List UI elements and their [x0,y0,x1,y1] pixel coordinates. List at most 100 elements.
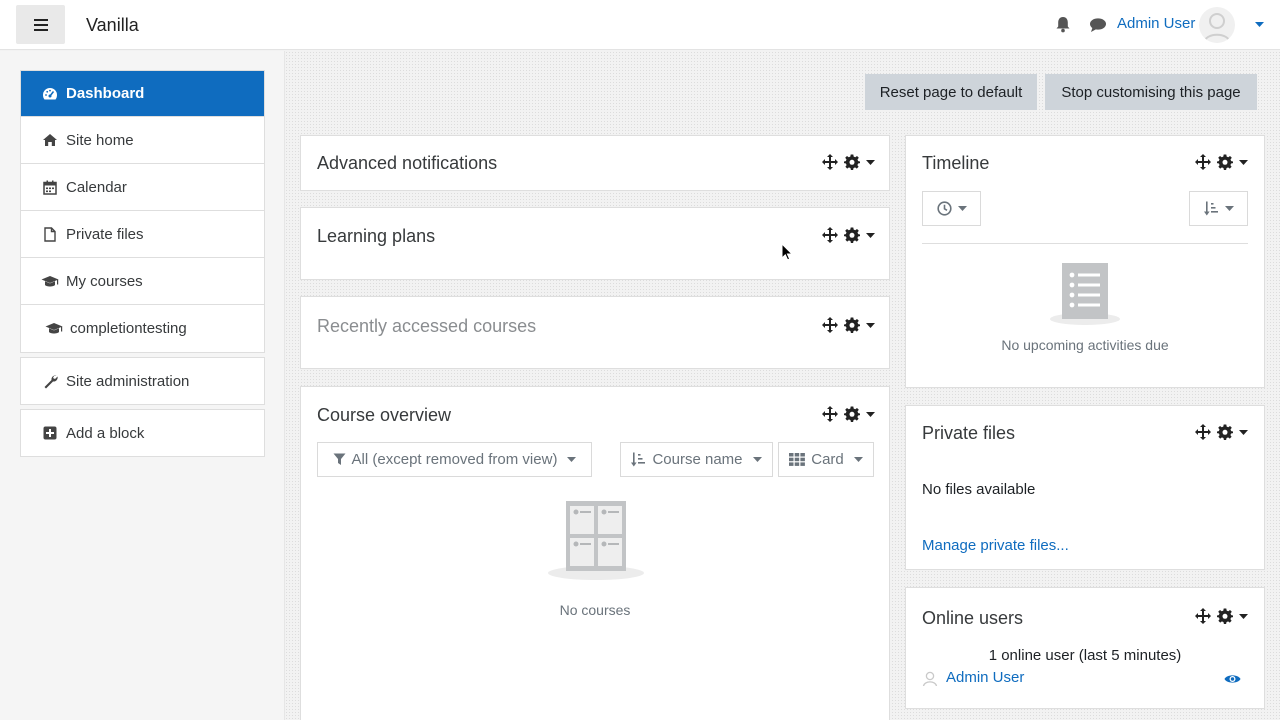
gear-icon[interactable] [844,317,860,333]
move-icon[interactable] [1195,424,1211,440]
caret-down-icon[interactable] [866,232,875,238]
sort-label: Course name [652,451,743,468]
dashboard-icon [41,86,59,102]
move-icon[interactable] [822,317,838,333]
gear-icon[interactable] [844,227,860,243]
block-title: Advanced notifications [317,153,498,173]
timeline-day-filter-dropdown[interactable] [922,191,981,226]
courses-empty-illustration-icon [546,499,646,583]
no-activities-text: No upcoming activities due [1001,337,1169,353]
block-timeline: Timeline No upcoming activities due [905,135,1265,388]
view-label: Card [811,451,844,468]
drawer-toggle-button[interactable] [16,5,65,44]
gear-icon[interactable] [1217,154,1233,170]
block-title: Recently accessed courses [317,316,537,336]
block-title: Timeline [922,153,990,173]
nav-item-private-files[interactable]: Private files [21,211,264,258]
nav-label: My courses [66,272,143,290]
grouping-filter-dropdown[interactable]: All (except removed from view) [317,442,592,477]
online-users-summary: 1 online user (last 5 minutes) [988,647,1182,664]
bell-icon[interactable] [1055,16,1071,33]
move-icon[interactable] [1195,154,1211,170]
top-navbar: Vanilla Admin User [0,0,1280,50]
avatar[interactable] [1199,7,1235,43]
site-name[interactable]: Vanilla [86,15,139,36]
caret-down-icon [1224,206,1234,211]
caret-down-icon[interactable] [866,159,875,165]
block-online-users: Online users 1 online user (last 5 minut… [905,587,1265,709]
manage-private-files-link[interactable]: Manage private files... [922,537,1069,554]
caret-down-icon[interactable] [1255,22,1264,27]
block-title: Learning plans [317,226,436,246]
block-controls [822,317,875,333]
caret-down-icon [957,206,967,211]
home-icon [41,132,59,148]
avatar-icon [1203,13,1231,43]
nav-label: Site home [66,131,134,149]
timeline-divider [922,243,1248,244]
timeline-sort-dropdown[interactable] [1189,191,1248,226]
eye-icon[interactable] [1224,673,1241,685]
gear-icon[interactable] [844,406,860,422]
block-controls [822,406,875,422]
gear-icon[interactable] [1217,608,1233,624]
block-controls [822,154,875,170]
gear-icon[interactable] [844,154,860,170]
caret-down-icon [752,457,762,462]
main-nav: Dashboard Site home Calendar Private fil… [20,70,265,353]
plus-square-icon [41,425,59,441]
move-icon[interactable] [822,227,838,243]
caret-down-icon[interactable] [1239,429,1248,435]
nav-item-calendar[interactable]: Calendar [21,164,264,211]
block-title: Private files [922,423,1016,443]
file-icon [41,226,59,242]
nav-label: Dashboard [66,85,145,102]
block-controls [822,227,875,243]
filter-icon [333,453,346,466]
reset-page-button[interactable]: Reset page to default [865,74,1037,110]
sort-dropdown[interactable]: Course name [620,442,773,477]
nav-label: Calendar [66,178,127,196]
nav-drawer: Dashboard Site home Calendar Private fil… [0,51,285,720]
chat-icon[interactable] [1089,17,1107,33]
nav-item-site-home[interactable]: Site home [21,117,264,164]
nav-label: Add a block [66,424,145,442]
caret-down-icon[interactable] [866,322,875,328]
caret-down-icon[interactable] [1239,159,1248,165]
block-recently-accessed-courses: Recently accessed courses [300,296,890,369]
stop-customising-button[interactable]: Stop customising this page [1045,74,1257,110]
block-title: Online users [922,608,1024,628]
online-user-link[interactable]: Admin User [946,669,1024,686]
nav-item-dashboard[interactable]: Dashboard [21,71,264,117]
block-controls [1195,424,1248,440]
move-icon[interactable] [822,154,838,170]
graduation-cap-icon [45,321,63,337]
view-dropdown[interactable]: Card [778,442,874,477]
move-icon[interactable] [822,406,838,422]
sort-icon [631,452,646,467]
block-private-files: Private files No files available Manage … [905,405,1265,570]
nav-label: Private files [66,225,144,243]
graduation-cap-icon [41,273,59,289]
caret-down-icon[interactable] [866,411,875,417]
user-avatar-icon [922,670,938,686]
block-controls [1195,608,1248,624]
gear-icon[interactable] [1217,424,1233,440]
nav-item-completiontesting[interactable]: completiontesting [21,305,264,352]
block-learning-plans: Learning plans [300,207,890,280]
caret-down-icon [853,457,863,462]
block-course-overview: Course overview All (except removed from… [300,386,890,720]
nav-label: Site administration [66,372,190,390]
add-block-button[interactable]: Add a block [21,410,264,456]
block-controls [1195,154,1248,170]
menu-icon [33,18,48,31]
block-title: Course overview [317,405,452,425]
nav-item-my-courses[interactable]: My courses [21,258,264,305]
nav-item-site-administration[interactable]: Site administration [21,358,264,404]
move-icon[interactable] [1195,608,1211,624]
caret-down-icon[interactable] [1239,613,1248,619]
sort-icon [1203,201,1219,216]
clock-icon [936,201,952,216]
user-menu-name[interactable]: Admin User [1117,15,1195,32]
filter-label: All (except removed from view) [351,451,558,468]
